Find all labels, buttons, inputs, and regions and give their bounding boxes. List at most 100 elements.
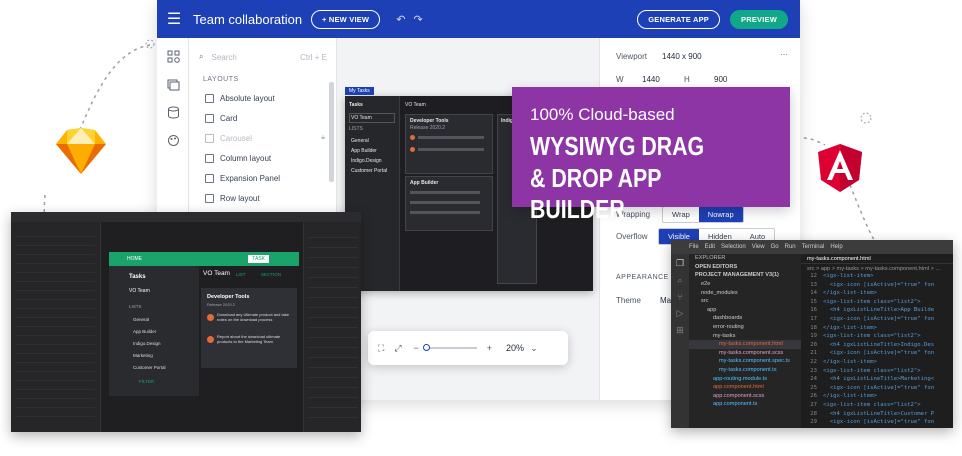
list-view-button[interactable]: LIST bbox=[236, 272, 246, 277]
tree-item[interactable]: app-routing.module.ts bbox=[689, 374, 801, 383]
section-view-button[interactable]: SECTION bbox=[261, 272, 281, 277]
new-view-button[interactable]: + NEW VIEW bbox=[311, 9, 381, 29]
undo-icon[interactable]: ↶ bbox=[396, 13, 405, 26]
code-line[interactable]: 17 <igx-icon [isActive]="true" fon bbox=[801, 316, 953, 325]
code-line[interactable]: 28 <h4 igxListLineTitle>Customer P bbox=[801, 411, 953, 420]
search-icon[interactable]: ⌕ bbox=[671, 275, 689, 286]
tree-item[interactable]: node_modules bbox=[689, 288, 801, 297]
code-line[interactable]: 16 <h4 igxListLineTitle>App Builde bbox=[801, 307, 953, 316]
tree-item[interactable]: my-tasks bbox=[689, 331, 801, 340]
editor-breadcrumb[interactable]: src > app > my-tasks > my-tasks.componen… bbox=[801, 264, 953, 273]
open-editors[interactable]: OPEN EDITORS bbox=[689, 263, 801, 272]
app-list-item[interactable]: General bbox=[133, 317, 149, 322]
height-value[interactable]: 900 bbox=[714, 75, 727, 84]
code-line[interactable]: 15 <igx-list-item class="list2"> bbox=[801, 299, 953, 308]
tree-item[interactable]: app.component.html bbox=[689, 383, 801, 392]
editor-tab[interactable]: my-tasks.component.html bbox=[801, 254, 953, 264]
chevron-down-icon[interactable]: ⌄ bbox=[530, 343, 538, 354]
zoom-slider[interactable] bbox=[422, 344, 477, 351]
code-line[interactable]: 27 <igx-list-item class="list2"> bbox=[801, 402, 953, 411]
viewport-value[interactable]: 1440 x 900 bbox=[662, 52, 702, 61]
tree-item[interactable]: app.component.ts bbox=[689, 400, 801, 409]
tree-item[interactable]: my-tasks.component.scss bbox=[689, 349, 801, 358]
selected-tab-label[interactable]: My Tasks bbox=[345, 87, 374, 95]
debug-icon[interactable]: ▷ bbox=[671, 308, 689, 319]
design-list-item[interactable]: Indigo.Design bbox=[351, 158, 382, 164]
source-control-icon[interactable]: ⑂ bbox=[671, 292, 689, 302]
tree-item[interactable]: e2e bbox=[689, 280, 801, 289]
tree-item[interactable]: app.component.scss bbox=[689, 392, 801, 401]
design-team-select[interactable]: VO Team bbox=[349, 113, 395, 123]
theme-palette-icon[interactable] bbox=[157, 126, 189, 154]
app-team-select[interactable]: VO Team bbox=[129, 288, 150, 294]
components-icon[interactable] bbox=[157, 42, 189, 70]
layout-item-absolute[interactable]: Absolute layout bbox=[205, 89, 275, 107]
app-list-item[interactable]: Customer Portal bbox=[133, 365, 166, 370]
menu-go[interactable]: Go bbox=[771, 244, 779, 250]
layout-item-row[interactable]: Row layout bbox=[205, 189, 260, 207]
tree-item-active[interactable]: my-tasks.component.html bbox=[689, 339, 801, 349]
extensions-icon[interactable]: ⊞ bbox=[671, 325, 689, 336]
app-list-item[interactable]: Marketing bbox=[133, 353, 153, 358]
fit-icon[interactable]: ⛶ bbox=[378, 343, 384, 354]
menu-selection[interactable]: Selection bbox=[721, 244, 746, 250]
code-line[interactable]: 13 <igx-icon [isActive]="true" fon bbox=[801, 282, 953, 291]
filter-button[interactable]: FILTER bbox=[139, 379, 154, 384]
layout-item-card[interactable]: Card bbox=[205, 109, 237, 127]
generate-app-button[interactable]: GENERATE APP bbox=[637, 9, 720, 29]
new-task-button[interactable]: TASK bbox=[248, 255, 269, 263]
menu-edit[interactable]: Edit bbox=[705, 244, 715, 250]
tree-item[interactable]: my-tasks.component.ts bbox=[689, 366, 801, 375]
home-label[interactable]: HOME bbox=[127, 256, 142, 262]
zoom-slider-thumb[interactable] bbox=[422, 344, 430, 351]
code-line[interactable]: 22 </igx-list-item> bbox=[801, 359, 953, 368]
expand-icon[interactable]: ⤢ bbox=[394, 343, 401, 354]
code-line[interactable]: 20 <h4 igxListLineTitle>Indigo.Des bbox=[801, 342, 953, 351]
more-options-icon[interactable]: ⋯ bbox=[780, 50, 788, 59]
menu-terminal[interactable]: Terminal bbox=[802, 244, 825, 250]
data-icon[interactable] bbox=[157, 98, 189, 126]
files-icon[interactable]: ❐ bbox=[671, 258, 689, 269]
app-list-item[interactable]: Indigo.Design bbox=[133, 341, 161, 346]
views-icon[interactable] bbox=[157, 70, 189, 98]
redo-icon[interactable]: ↷ bbox=[413, 13, 422, 26]
tree-item[interactable]: my-tasks.component.spec.ts bbox=[689, 357, 801, 366]
tree-item[interactable]: src bbox=[689, 297, 801, 306]
code-line[interactable]: 18 </igx-list-item> bbox=[801, 325, 953, 334]
code-line[interactable]: 29 <igx-icon [isActive]="true" fon bbox=[801, 419, 953, 428]
menu-view[interactable]: View bbox=[752, 244, 765, 250]
code-text: </igx-list-item> bbox=[823, 358, 877, 365]
code-line[interactable]: 19 <igx-list-item class="list2"> bbox=[801, 333, 953, 342]
tree-item[interactable]: error-routing bbox=[689, 323, 801, 332]
code-line[interactable]: 24 <h4 igxListLineTitle>Marketing< bbox=[801, 376, 953, 385]
code-line[interactable]: 26 </igx-list-item> bbox=[801, 393, 953, 402]
layout-item-carousel[interactable]: Carousel 🔒︎ bbox=[205, 129, 325, 147]
tree-item[interactable]: app bbox=[689, 306, 801, 315]
zoom-level[interactable]: 20% bbox=[506, 343, 524, 353]
app-list-item[interactable]: App Builder bbox=[133, 329, 156, 334]
preview-button[interactable]: PREVIEW bbox=[730, 9, 788, 29]
code-line[interactable]: 23 <igx-list-item class="list2"> bbox=[801, 368, 953, 377]
design-list-item[interactable]: Customer Portal bbox=[351, 168, 387, 174]
layout-item-expansion-panel[interactable]: Expansion Panel bbox=[205, 169, 280, 187]
design-list-item[interactable]: General bbox=[351, 138, 369, 144]
hamburger-menu-icon[interactable]: ☰ bbox=[157, 9, 191, 29]
design-list-item[interactable]: App Builder bbox=[351, 148, 377, 154]
panel-scrollbar[interactable] bbox=[329, 82, 334, 182]
code-line[interactable]: 21 <igx-icon [isActive]="true" fon bbox=[801, 350, 953, 359]
layout-item-column[interactable]: Column layout bbox=[205, 149, 271, 167]
menu-run[interactable]: Run bbox=[785, 244, 796, 250]
menu-file[interactable]: File bbox=[689, 244, 699, 250]
carousel-icon bbox=[205, 133, 214, 143]
tree-item[interactable]: dashboards bbox=[689, 314, 801, 323]
width-value[interactable]: 1440 bbox=[642, 75, 660, 84]
code-line[interactable]: 14 </igx-list-item> bbox=[801, 290, 953, 299]
code-line[interactable]: 12 <igx-list-item> bbox=[801, 273, 953, 282]
menu-help[interactable]: Help bbox=[830, 244, 842, 250]
zoom-out-icon[interactable]: − bbox=[414, 343, 419, 353]
search-input[interactable]: Search bbox=[211, 53, 300, 62]
toolbox-search[interactable]: ⌕ Search Ctrl + E bbox=[199, 48, 327, 66]
zoom-in-icon[interactable]: + bbox=[487, 343, 492, 353]
code-line[interactable]: 25 <igx-icon [isActive]="true" fon bbox=[801, 385, 953, 394]
project-root[interactable]: PROJECT MANAGEMENT V3(1) bbox=[689, 271, 801, 280]
